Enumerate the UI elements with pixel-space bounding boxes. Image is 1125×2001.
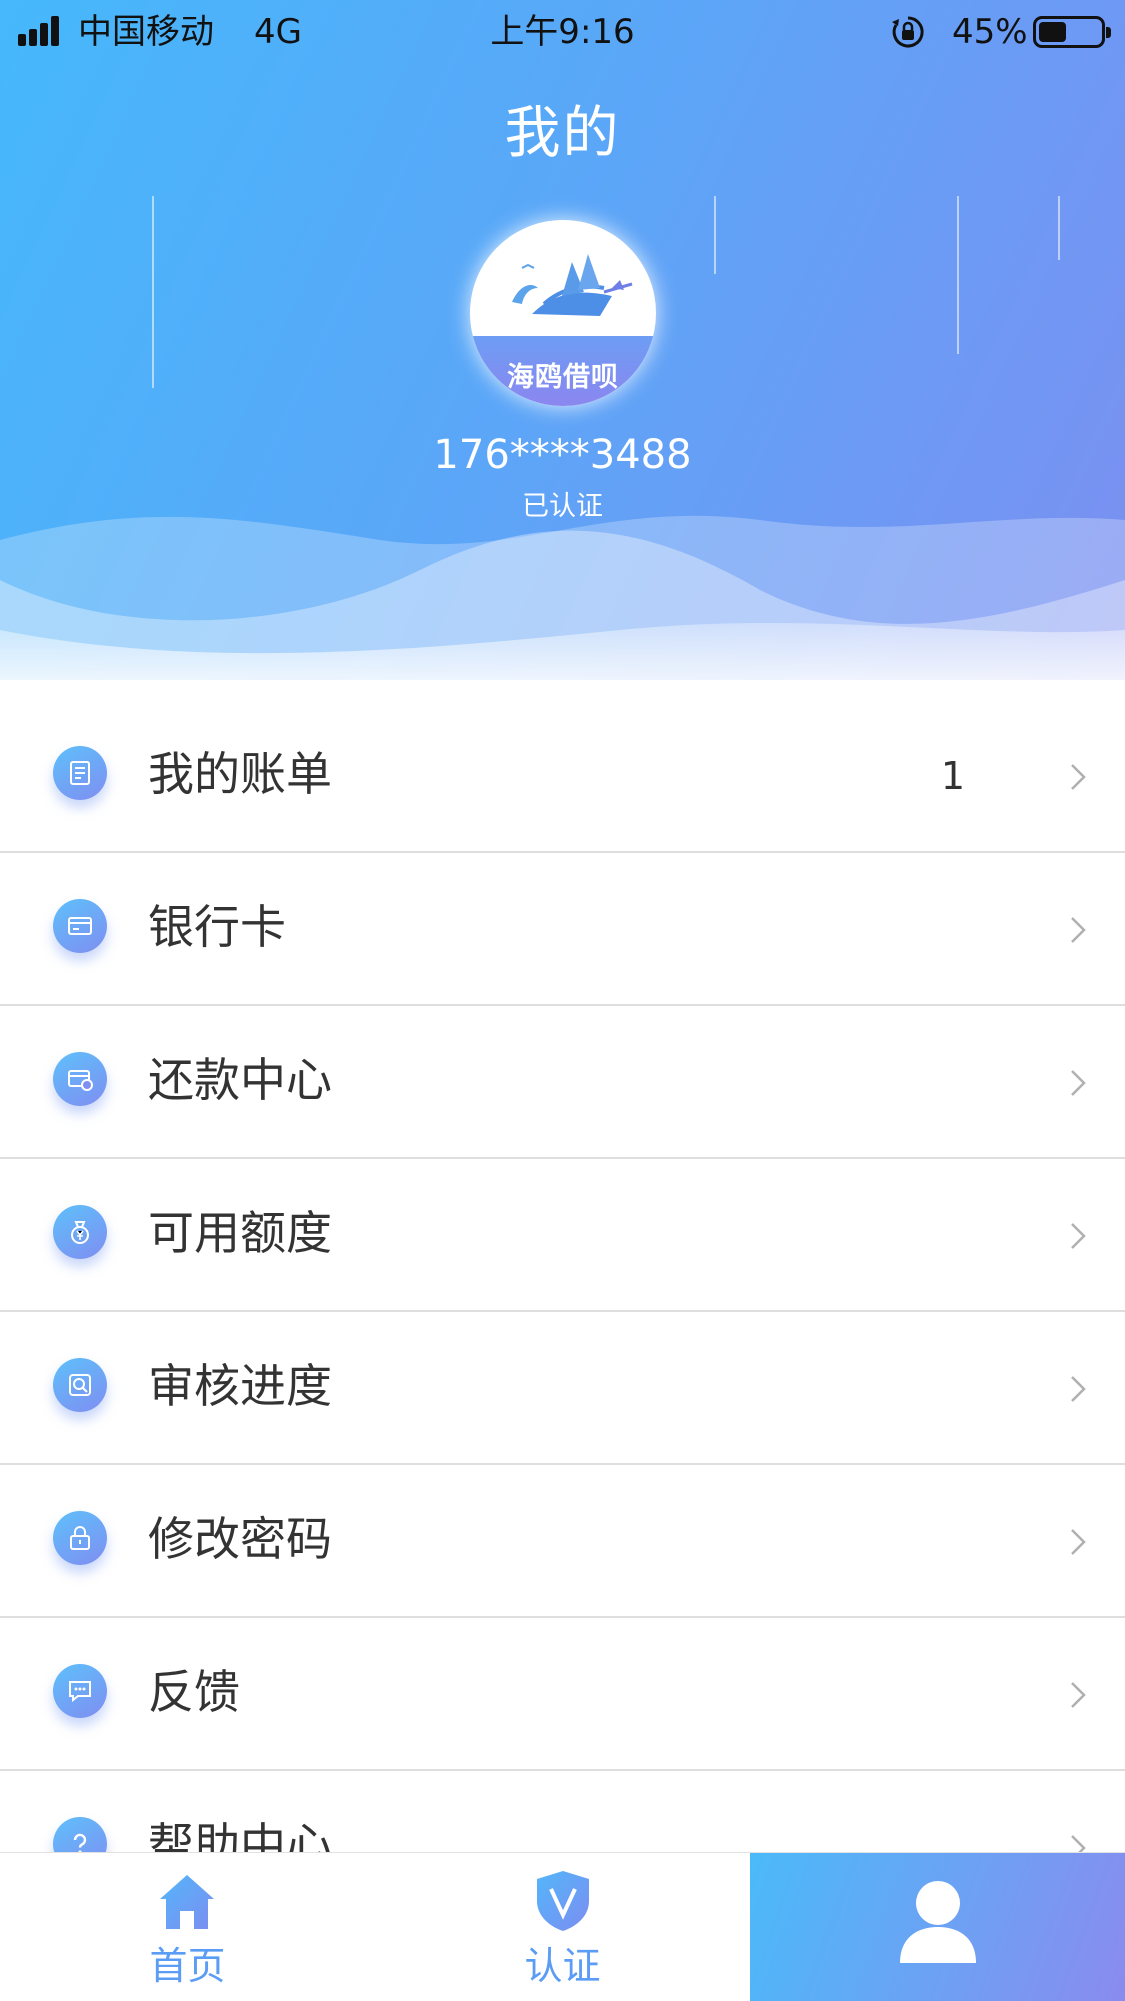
chevron-right-icon: [1071, 1070, 1086, 1096]
money-bag-icon: [53, 1205, 107, 1259]
tab-me[interactable]: [750, 1853, 1125, 2001]
menu-label: 银行卡: [148, 900, 286, 954]
tab-verify-label: 认证: [524, 1944, 601, 1988]
chevron-right-icon: [1071, 917, 1086, 943]
verify-status: 已认证: [522, 491, 603, 522]
tab-verify[interactable]: 认证: [375, 1853, 750, 2001]
menu-label: 修改密码: [148, 1512, 332, 1566]
shield-v-icon: [537, 1871, 589, 1931]
chevron-right-icon: [1071, 764, 1086, 790]
chevron-right-icon: [1071, 1223, 1086, 1249]
tab-bar: 首页 认证: [0, 1852, 1125, 2001]
menu-item-available-credit[interactable]: 可用额度: [0, 1159, 1125, 1312]
menu-label: 还款中心: [148, 1053, 332, 1107]
chevron-right-icon: [1071, 1682, 1086, 1708]
feedback-icon: [53, 1664, 107, 1718]
chevron-right-icon: [1071, 1529, 1086, 1555]
tab-home[interactable]: 首页: [0, 1853, 375, 2001]
bill-count-badge: 1: [940, 754, 965, 798]
home-icon: [160, 1875, 214, 1929]
profile-header: 中国移动 4G 上午9:16 45% 我的 海鸥借呗 176****3488 已: [0, 0, 1125, 700]
user-phone: 176****3488: [433, 432, 692, 478]
user-icon: [900, 1881, 976, 1963]
bank-card-icon: [53, 899, 107, 953]
battery-icon: [1033, 16, 1111, 48]
menu-item-bank-card[interactable]: 银行卡: [0, 853, 1125, 1006]
avatar[interactable]: 海鸥借呗: [470, 220, 656, 406]
menu-item-bill[interactable]: 我的账单 1: [0, 700, 1125, 853]
repay-icon: [53, 1052, 107, 1106]
menu-label: 可用额度: [148, 1206, 332, 1260]
menu-item-change-password[interactable]: 修改密码: [0, 1465, 1125, 1618]
menu-label: 反馈: [148, 1665, 240, 1719]
bill-icon: [53, 746, 107, 800]
menu-item-repay-center[interactable]: 还款中心: [0, 1006, 1125, 1159]
menu-label: 审核进度: [148, 1359, 332, 1413]
review-icon: [53, 1358, 107, 1412]
menu-label: 我的账单: [148, 747, 332, 801]
ship-logo-icon: [512, 254, 633, 316]
avatar-brand-text: 海鸥借呗: [507, 362, 619, 393]
battery-level: [1039, 22, 1066, 42]
menu-list: 我的账单 1 银行卡 还款中心 可用额度 审核进度 修改密码 反馈 帮助中心: [0, 700, 1125, 1924]
battery-percent: 45%: [952, 12, 1028, 52]
status-bar: 中国移动 4G 上午9:16 45%: [0, 0, 1125, 64]
rotation-lock-icon: [892, 16, 924, 48]
page-title: 我的: [504, 101, 621, 166]
menu-item-feedback[interactable]: 反馈: [0, 1618, 1125, 1771]
menu-item-review-progress[interactable]: 审核进度: [0, 1312, 1125, 1465]
lock-icon: [53, 1511, 107, 1565]
chevron-right-icon: [1071, 1376, 1086, 1402]
tab-home-label: 首页: [149, 1944, 226, 1988]
